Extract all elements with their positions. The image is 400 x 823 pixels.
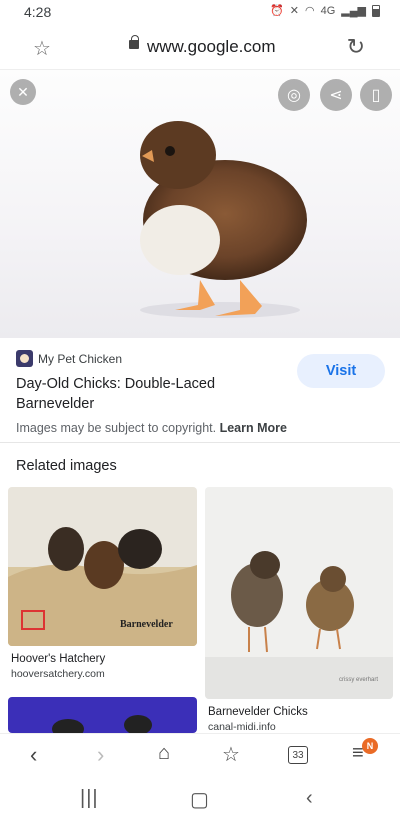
related-title-1[interactable]: Hoover's Hatchery bbox=[11, 653, 105, 665]
alarm-icon: ⏰ bbox=[270, 5, 284, 17]
related-title-2[interactable]: Barnevelder Chicks bbox=[208, 706, 308, 718]
related-image-2[interactable]: crissy everhart bbox=[205, 487, 393, 699]
system-nav: ||| ▢ ‹ bbox=[0, 775, 400, 823]
home-system-icon[interactable]: ▢ bbox=[190, 787, 209, 812]
address-bar: ☆ www.google.com ↻ bbox=[0, 24, 400, 70]
result-card: My Pet Chicken Day-Old Chicks: Double-La… bbox=[0, 338, 400, 443]
related-site-1[interactable]: hooversatchery.com bbox=[11, 668, 105, 680]
chicks-purple-image bbox=[52, 715, 152, 733]
lock-icon bbox=[129, 35, 139, 49]
close-icon[interactable]: ✕ bbox=[10, 79, 36, 105]
mute-icon: ✕ bbox=[289, 5, 299, 17]
related-heading: Related images bbox=[16, 458, 117, 474]
home-icon[interactable]: ⌂ bbox=[158, 742, 170, 765]
status-time: 4:28 bbox=[24, 4, 52, 20]
related-image-1[interactable]: Barnevelder bbox=[8, 487, 197, 646]
lens-icon[interactable]: ◎ bbox=[278, 79, 310, 111]
recents-icon[interactable]: ||| bbox=[80, 787, 99, 810]
status-bar: 4:28 ⏰ ✕ ◠ 4G ▂▄▆ bbox=[0, 0, 400, 24]
copyright-text: Images may be subject to copyright. bbox=[16, 421, 217, 435]
visit-button[interactable]: Visit bbox=[297, 354, 385, 388]
url-text[interactable]: www.google.com bbox=[147, 37, 276, 57]
copyright-note: Images may be subject to copyright. Lear… bbox=[16, 421, 287, 435]
forward-icon[interactable]: › bbox=[97, 742, 104, 768]
watermark-text: Barnevelder bbox=[120, 619, 173, 630]
menu-badge: N bbox=[362, 738, 378, 754]
status-icons: ⏰ ✕ ◠ 4G ▂▄▆ bbox=[270, 4, 380, 17]
result-title[interactable]: Day-Old Chicks: Double-Laced Barnevelder bbox=[16, 374, 276, 414]
learn-more-link[interactable]: Learn More bbox=[220, 421, 287, 435]
bookmark-icon[interactable]: ▯ bbox=[360, 79, 392, 111]
tabs-button[interactable]: 33 bbox=[288, 746, 308, 764]
back-system-icon[interactable]: ‹ bbox=[306, 787, 313, 810]
battery-icon bbox=[372, 4, 380, 17]
back-icon[interactable]: ‹ bbox=[30, 742, 37, 768]
image-viewer: ✕ ◎ ⋖ ▯ bbox=[0, 70, 400, 338]
source-name[interactable]: My Pet Chicken bbox=[38, 352, 122, 366]
bookmarks-icon[interactable]: ☆ bbox=[222, 742, 240, 767]
network-label: 4G bbox=[320, 4, 336, 17]
watermark-text: crissy everhart bbox=[339, 677, 379, 683]
share-icon[interactable]: ⋖ bbox=[320, 79, 352, 111]
related-image-3[interactable] bbox=[8, 697, 197, 733]
two-chicks-image bbox=[205, 551, 393, 699]
screen: 4:28 ⏰ ✕ ◠ 4G ▂▄▆ ☆ www.google.com ↻ ✕ ◎… bbox=[0, 0, 400, 823]
signal-icon: ▂▄▆ bbox=[341, 5, 366, 17]
reload-icon[interactable]: ↻ bbox=[347, 34, 365, 60]
related-site-2[interactable]: canal-midi.info bbox=[208, 721, 276, 733]
source-logo bbox=[16, 350, 33, 367]
star-icon[interactable]: ☆ bbox=[33, 36, 51, 61]
browser-toolbar: ‹ › ⌂ ☆ 33 ≡ N bbox=[0, 733, 400, 775]
wifi-icon: ◠ bbox=[304, 5, 315, 17]
